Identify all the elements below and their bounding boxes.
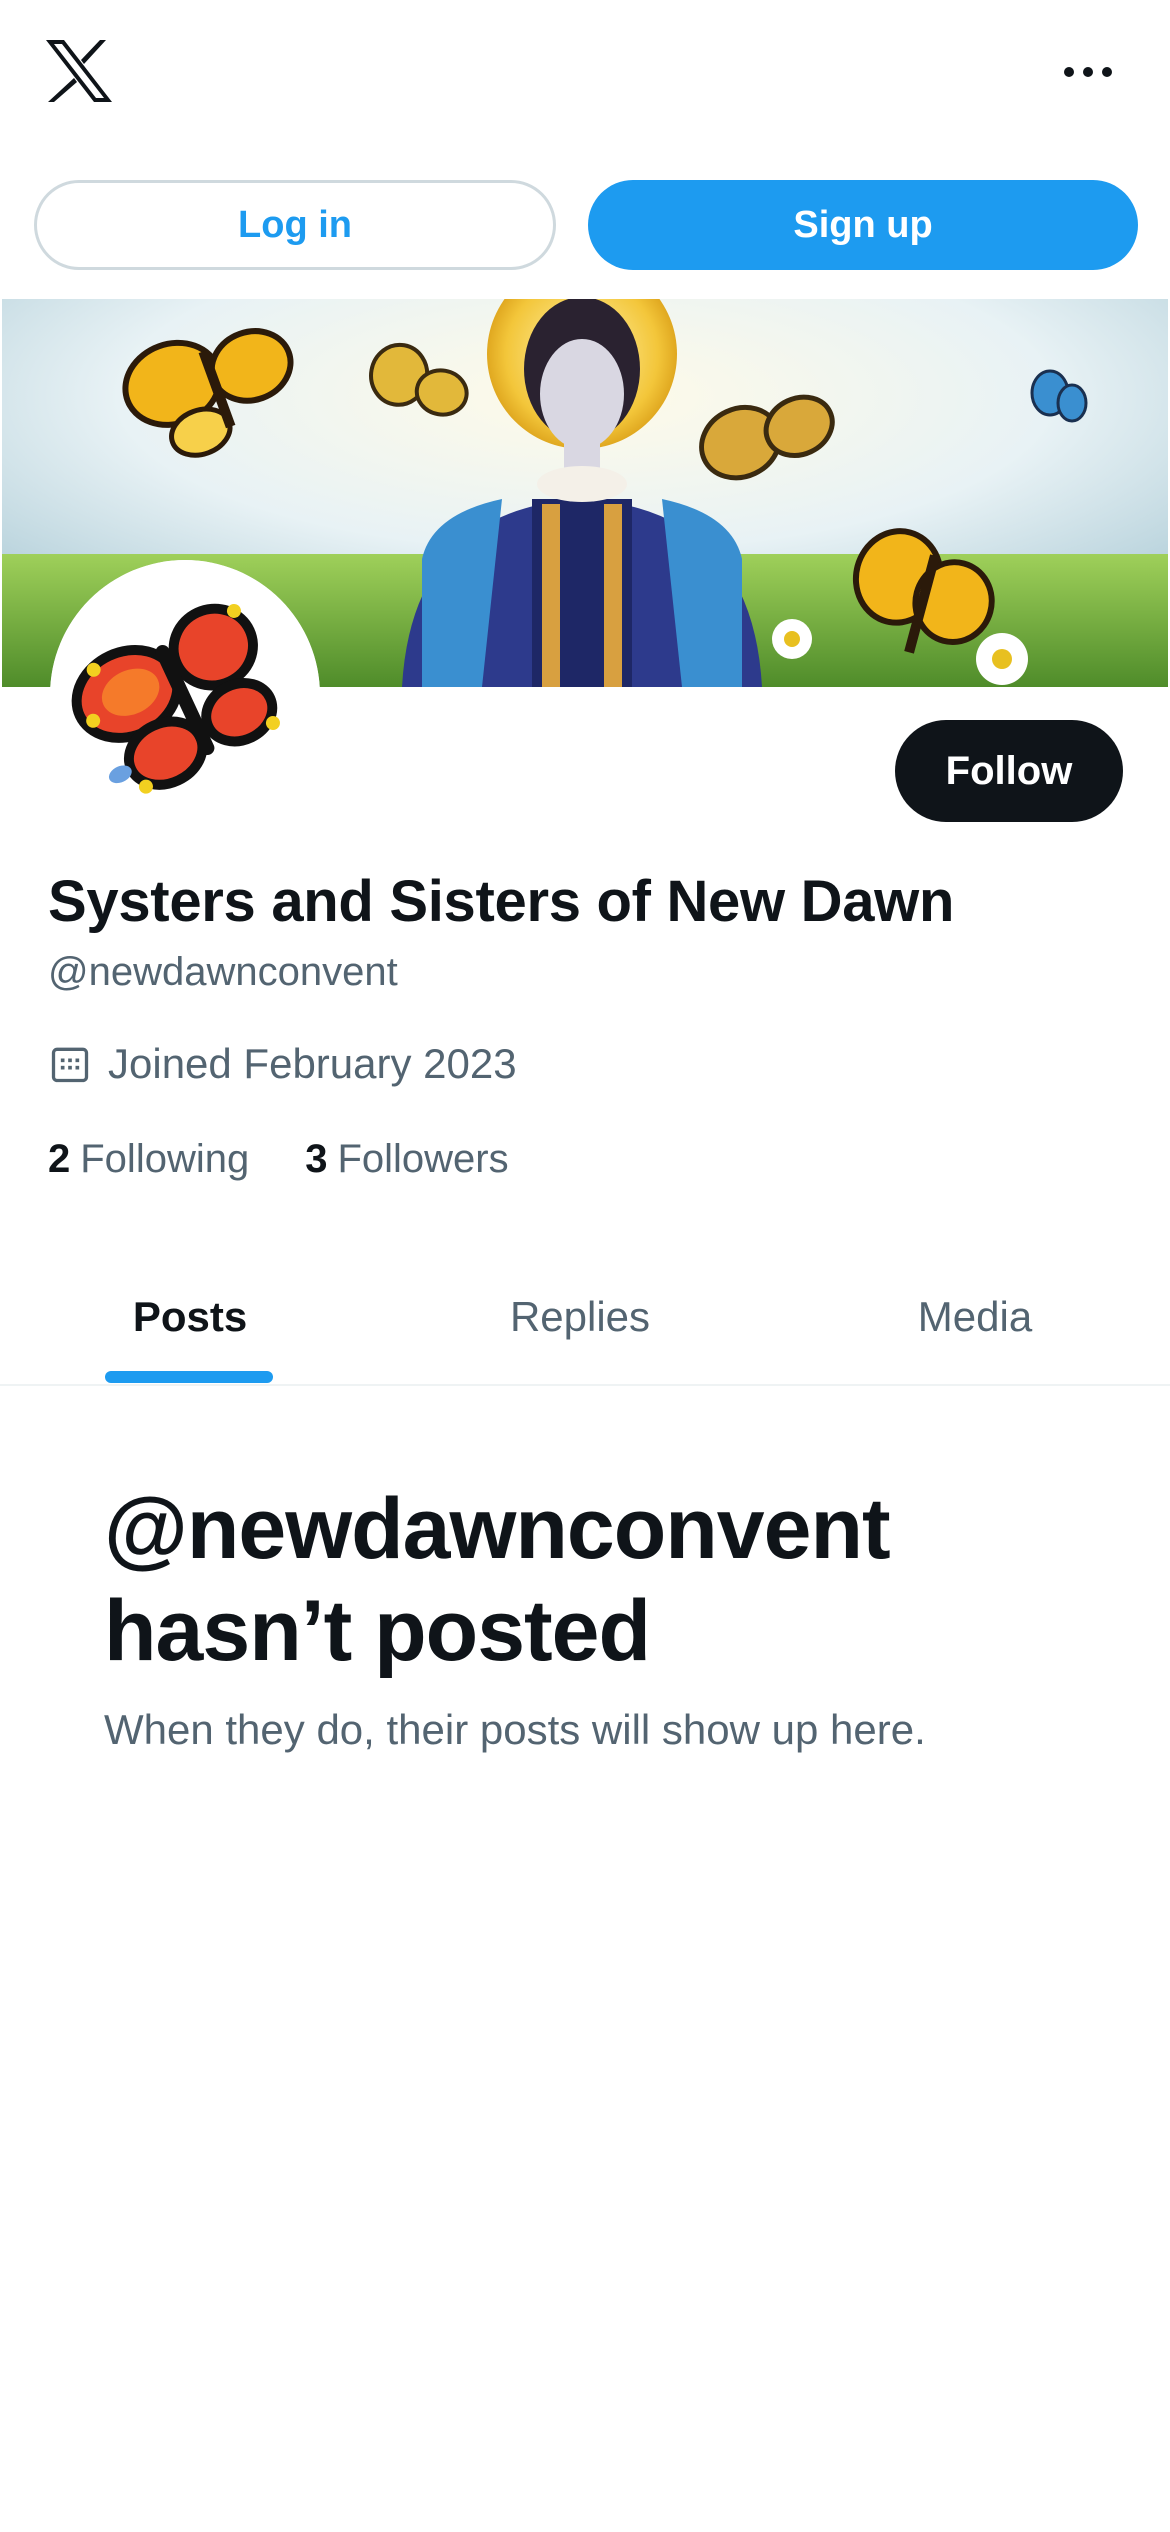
- followers-link[interactable]: 3 Followers: [305, 1137, 508, 1182]
- login-button[interactable]: Log in: [34, 180, 556, 270]
- profile-name: Systers and Sisters of New Dawn: [48, 869, 955, 934]
- tab-replies[interactable]: Replies: [380, 1250, 780, 1384]
- profile-tabs: Posts Replies Media: [0, 1250, 1170, 1386]
- active-tab-indicator: [105, 1371, 273, 1383]
- joined-info: Joined February 2023: [48, 1040, 517, 1088]
- tab-media[interactable]: Media: [780, 1250, 1170, 1384]
- followers-count: 3: [305, 1137, 328, 1181]
- follow-button[interactable]: Follow: [895, 720, 1123, 822]
- following-link[interactable]: 2 Following: [48, 1137, 249, 1182]
- signup-button[interactable]: Sign up: [588, 180, 1138, 270]
- calendar-icon: [51, 1047, 89, 1083]
- following-count: 2: [48, 1137, 71, 1181]
- joined-date: Joined February 2023: [108, 1040, 517, 1087]
- more-icon[interactable]: [1060, 54, 1116, 90]
- empty-state-subtitle: When they do, their posts will show up h…: [104, 1706, 926, 1753]
- profile-handle: @newdawnconvent: [48, 950, 398, 994]
- following-label: Following: [80, 1137, 250, 1181]
- x-logo-icon[interactable]: [44, 38, 114, 104]
- top-bar: [0, 0, 1170, 150]
- followers-label: Followers: [337, 1137, 509, 1181]
- tab-posts[interactable]: Posts: [0, 1250, 380, 1384]
- empty-state-title: @newdawnconvent hasn’t posted: [104, 1481, 891, 1679]
- follow-counts: 2 Following 3 Followers: [48, 1137, 509, 1182]
- avatar[interactable]: [50, 560, 320, 830]
